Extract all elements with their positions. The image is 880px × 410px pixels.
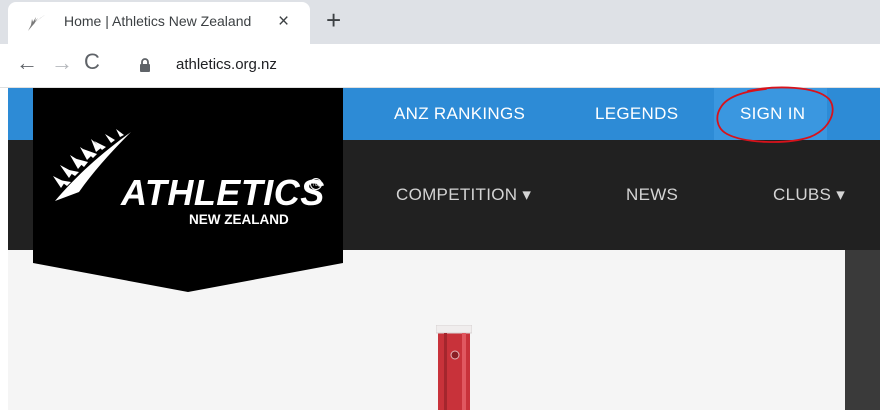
logo-trademark: TM: [313, 182, 319, 187]
hurdle-post-image: [436, 325, 472, 410]
main-nav-news[interactable]: NEWS: [626, 140, 678, 250]
logo-subtitle: NEW ZEALAND: [189, 212, 289, 227]
main-nav-competition[interactable]: COMPETITION ▾: [396, 140, 531, 250]
browser-tab-home[interactable]: Home | Athletics New Zealand ×: [8, 2, 310, 44]
reload-icon[interactable]: C: [84, 49, 100, 75]
top-nav-legends[interactable]: LEGENDS: [595, 88, 678, 140]
tab-title: Home | Athletics New Zealand: [64, 13, 252, 29]
fern-favicon-icon: [28, 15, 45, 31]
athletics-nz-logo[interactable]: ATHLETICS NEW ZEALAND TM: [33, 88, 343, 292]
address-bar-url[interactable]: athletics.org.nz: [176, 56, 277, 73]
back-arrow-icon[interactable]: ←: [16, 50, 38, 76]
logo-wordmark: ATHLETICS: [120, 172, 325, 213]
browser-tab-strip: Home | Athletics New Zealand × +: [0, 0, 880, 44]
top-nav-anz-rankings[interactable]: ANZ RANKINGS: [394, 88, 525, 140]
new-tab-button[interactable]: +: [326, 6, 341, 34]
lock-icon[interactable]: [138, 58, 152, 72]
main-nav-clubs[interactable]: CLUBS ▾: [773, 140, 845, 250]
browser-toolbar: ← → C athletics.org.nz: [0, 44, 880, 88]
tab-close-icon[interactable]: ×: [278, 11, 289, 33]
forward-arrow-icon[interactable]: →: [51, 50, 73, 76]
sign-in-annotation-circle: [716, 86, 834, 143]
hero-dark-edge: [845, 250, 880, 410]
